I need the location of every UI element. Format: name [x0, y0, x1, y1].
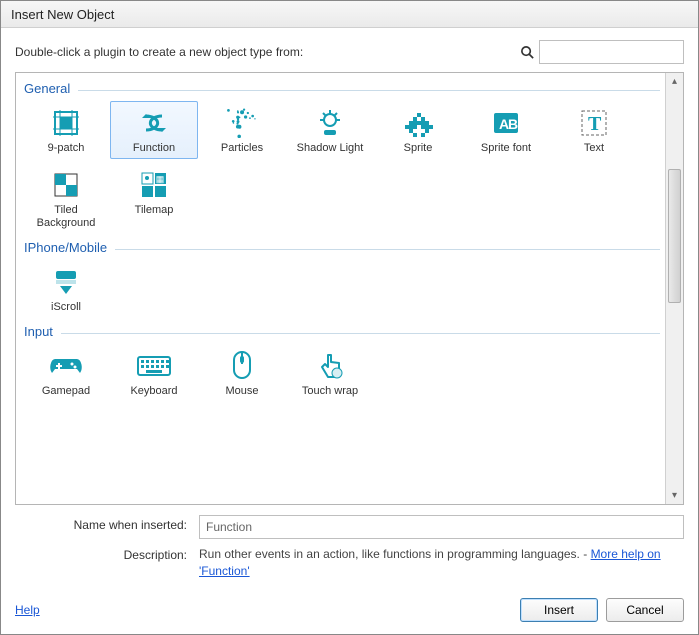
plugin-item-label: Text [551, 142, 637, 155]
name-input[interactable] [199, 515, 684, 539]
category: IPhone/Mobile iScroll [22, 240, 660, 320]
particles-icon [199, 106, 285, 140]
plugin-item-label: Gamepad [23, 385, 109, 398]
description-text: Run other events in an action, like func… [199, 545, 684, 580]
plugin-item[interactable]: TiledBackground [22, 163, 110, 234]
shadowlight-icon [287, 106, 373, 140]
plugin-item-label: Sprite font [463, 142, 549, 155]
category: General 9-patchFunctionParticlesShadow Li… [22, 81, 660, 236]
spritefont-icon: AB [463, 106, 549, 140]
category-name: Input [24, 324, 53, 339]
plugin-item[interactable]: Keyboard [110, 344, 198, 402]
plugin-item-label: Sprite [375, 142, 461, 155]
name-label: Name when inserted: [15, 515, 199, 532]
gamepad-icon [23, 349, 109, 383]
function-icon [111, 106, 197, 140]
scrollbar[interactable]: ▴ ▾ [665, 73, 683, 504]
category-header[interactable]: Input [24, 324, 660, 339]
svg-text:▦: ▦ [156, 174, 165, 184]
tiledbg-icon [23, 168, 109, 202]
plugin-item[interactable]: Particles [198, 101, 286, 159]
plugin-item-label: Mouse [199, 385, 285, 398]
plugin-item-label: Function [111, 142, 197, 155]
title-bar[interactable]: Insert New Object [1, 1, 698, 28]
header-row: Double-click a plugin to create a new ob… [15, 40, 684, 64]
plugin-list-scroll[interactable]: General 9-patchFunctionParticlesShadow Li… [16, 73, 666, 504]
plugin-item[interactable]: Mouse [198, 344, 286, 402]
scroll-thumb[interactable] [668, 169, 681, 303]
plugin-item-label: Keyboard [111, 385, 197, 398]
description-label: Description: [15, 545, 199, 562]
ninepatch-icon [23, 106, 109, 140]
dialog-content: Double-click a plugin to create a new ob… [1, 28, 698, 634]
description-body: Run other events in an action, like func… [199, 547, 591, 561]
item-grid: iScroll [22, 258, 660, 320]
plugin-item[interactable]: AB Sprite font [462, 101, 550, 159]
item-grid: 9-patchFunctionParticlesShadow LightSpri… [22, 99, 660, 236]
category: Input GamepadKeyboardMouseTouch wrap [22, 324, 660, 404]
plugin-item[interactable]: Shadow Light [286, 101, 374, 159]
category-name: IPhone/Mobile [24, 240, 107, 255]
insert-button[interactable]: Insert [520, 598, 598, 622]
search-icon[interactable] [519, 44, 535, 60]
window-title: Insert New Object [11, 7, 114, 22]
scroll-down-arrow[interactable]: ▾ [666, 487, 683, 504]
plugin-item[interactable]: iScroll [22, 260, 110, 318]
help-link[interactable]: Help [15, 603, 40, 617]
keyboard-icon [111, 349, 197, 383]
plugin-item[interactable]: Gamepad [22, 344, 110, 402]
category-header[interactable]: IPhone/Mobile [24, 240, 660, 255]
sprite-icon [375, 106, 461, 140]
description-row: Description: Run other events in an acti… [15, 545, 684, 580]
plugin-item[interactable]: Function [110, 101, 198, 159]
category-name: General [24, 81, 70, 96]
plugin-item-label: Particles [199, 142, 285, 155]
touchwrap-icon [287, 349, 373, 383]
name-row: Name when inserted: [15, 515, 684, 539]
plugin-item-label: iScroll [23, 301, 109, 314]
plugin-list-area: General 9-patchFunctionParticlesShadow Li… [15, 72, 684, 505]
dialog-window: Insert New Object Double-click a plugin … [0, 0, 699, 635]
mouse-icon [199, 349, 285, 383]
cancel-button[interactable]: Cancel [606, 598, 684, 622]
plugin-item[interactable]: Sprite [374, 101, 462, 159]
scroll-up-arrow[interactable]: ▴ [666, 73, 683, 90]
plugin-item[interactable]: +▦ Tilemap [110, 163, 198, 234]
text-icon: T [551, 106, 637, 140]
plugin-item[interactable]: 9-patch [22, 101, 110, 159]
search-input[interactable] [539, 40, 684, 64]
plugin-item-label: 9-patch [23, 142, 109, 155]
svg-text:T: T [588, 113, 602, 135]
plugin-item-label: Touch wrap [287, 385, 373, 398]
tilemap-icon: +▦ [111, 168, 197, 202]
instruction-label: Double-click a plugin to create a new ob… [15, 45, 519, 59]
category-header[interactable]: General [24, 81, 660, 96]
plugin-item-label: Shadow Light [287, 142, 373, 155]
plugin-item[interactable]: Touch wrap [286, 344, 374, 402]
svg-text:B: B [508, 116, 518, 132]
item-grid: GamepadKeyboardMouseTouch wrap [22, 342, 660, 404]
plugin-item-label: TiledBackground [23, 204, 109, 230]
plugin-item-label: Tilemap [111, 204, 197, 217]
iscroll-icon [23, 265, 109, 299]
plugin-item[interactable]: T Text [550, 101, 638, 159]
button-row: Help Insert Cancel [15, 598, 684, 622]
